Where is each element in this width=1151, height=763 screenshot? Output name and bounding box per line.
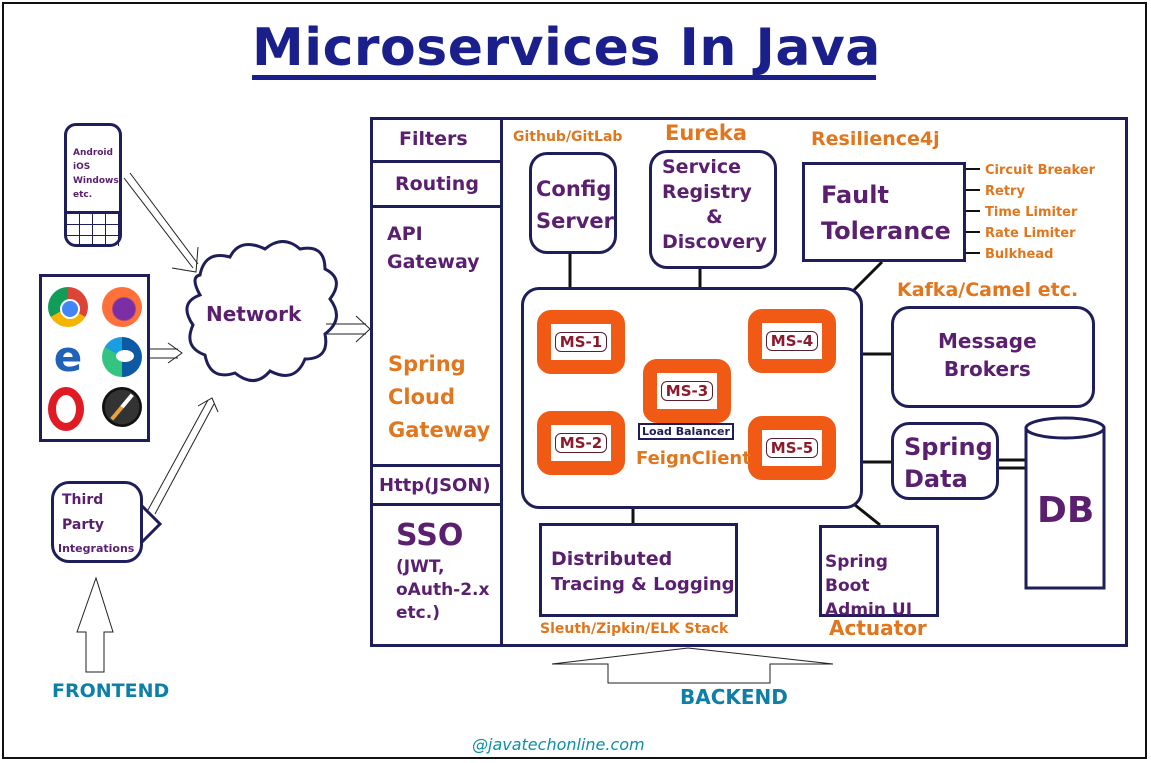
pattern-bulkhead: Bulkhead — [985, 247, 1054, 262]
broker-line: Brokers — [943, 357, 1031, 381]
opera-icon — [48, 387, 84, 431]
filters-box[interactable]: Filters — [370, 117, 503, 163]
spring-data-line: Data — [904, 465, 968, 493]
config-server-label: Config Server — [536, 173, 614, 237]
platform-ios: iOS — [73, 162, 91, 172]
fault-tolerance-label: Fault Tolerance — [821, 177, 951, 249]
third-party-line: Third — [62, 492, 104, 508]
ms-label: MS-3 — [660, 381, 714, 401]
firefox-icon — [102, 287, 142, 327]
filters-label: Filters — [399, 128, 468, 150]
safari-icon — [102, 387, 142, 427]
microservice-ms-4[interactable]: MS-4 — [748, 309, 836, 373]
routing-box[interactable]: Routing — [370, 160, 503, 208]
backend-label: BACKEND — [680, 685, 788, 709]
sso-detail-line: oAuth-2.x — [396, 580, 490, 600]
website-watermark: @javatechonline.com — [472, 735, 645, 754]
fault-tolerance-box[interactable]: Fault Tolerance — [802, 162, 966, 262]
arrow-mobile-to-network — [123, 172, 199, 273]
fault-line: Tolerance — [821, 217, 951, 245]
backend-up-arrow-icon — [551, 647, 834, 684]
spring-data-line: Spring — [904, 433, 993, 461]
api-gateway-label: API Gateway — [387, 220, 480, 276]
http-json-box: Http(JSON) — [370, 464, 503, 506]
tracing-caption: Sleuth/Zipkin/ELK Stack — [540, 621, 729, 637]
registry-line: Service — [662, 156, 741, 178]
sso-detail-line: (JWT, — [396, 557, 445, 577]
frontend-up-arrow-icon — [76, 576, 114, 673]
microservice-ms-3[interactable]: MS-3 — [643, 359, 731, 423]
mobile-device: Android iOS Windows etc. — [64, 123, 122, 247]
sso-details: (JWT, oAuth-2.x etc.) — [396, 556, 489, 625]
edge-icon — [102, 337, 142, 377]
config-line: Config — [536, 177, 612, 201]
registry-line: Registry — [662, 181, 752, 203]
spring-cloud-line: Spring — [388, 352, 466, 376]
feign-client-label: FeignClient — [636, 448, 751, 469]
pattern-time-limiter: Time Limiter — [985, 205, 1078, 220]
ms-label: MS-5 — [765, 438, 819, 458]
network-label: Network — [206, 302, 302, 326]
registry-line: Discovery — [662, 231, 767, 253]
mobile-platforms: Android iOS Windows etc. — [73, 146, 119, 202]
tracing-line: Distributed — [551, 548, 673, 570]
fault-line: Fault — [821, 181, 889, 209]
api-gateway-line: Gateway — [387, 251, 480, 273]
sso-detail-line: etc.) — [396, 603, 440, 623]
message-brokers-label: Message Brokers — [938, 327, 1037, 383]
actuator-caption: Actuator — [829, 616, 927, 640]
browser-panel: e — [39, 274, 150, 442]
spring-data-box[interactable]: Spring Data — [891, 422, 999, 500]
pattern-circuit-breaker: Circuit Breaker — [985, 163, 1095, 178]
distributed-tracing-box[interactable]: Distributed Tracing & Logging — [539, 523, 738, 617]
registry-line: & — [706, 206, 723, 228]
config-server-caption: Github/GitLab — [513, 129, 623, 145]
distributed-tracing-label: Distributed Tracing & Logging — [551, 546, 735, 598]
microservice-ms-1[interactable]: MS-1 — [537, 310, 625, 374]
load-balancer-label: Load Balancer — [638, 423, 734, 440]
message-brokers-box[interactable]: Message Brokers — [891, 306, 1095, 408]
config-server-box[interactable]: Config Server — [529, 152, 617, 254]
third-party-line: Party — [62, 517, 105, 533]
spring-cloud-line: Gateway — [388, 418, 491, 442]
message-brokers-caption: Kafka/Camel etc. — [897, 279, 1079, 301]
api-gateway-line: API — [387, 223, 423, 245]
third-party-integrations: Third Party Integrations — [51, 481, 143, 563]
ms-label: MS-4 — [765, 331, 819, 351]
arrow-thirdparty-to-network — [147, 397, 219, 515]
ie-icon: e — [53, 332, 83, 381]
platform-windows: Windows — [73, 176, 119, 186]
broker-line: Message — [938, 329, 1037, 353]
mobile-keypad-icon — [67, 211, 119, 246]
sso-label: SSO — [396, 518, 464, 553]
tracing-line: Tracing & Logging — [551, 574, 735, 595]
http-json-label: Http(JSON) — [379, 475, 491, 496]
spring-data-label: Spring Data — [904, 431, 993, 495]
resilience4j-caption: Resilience4j — [811, 128, 940, 150]
admin-ui-label: Spring Boot Admin UI — [825, 550, 936, 622]
platform-android: Android — [73, 148, 113, 158]
eureka-caption: Eureka — [665, 121, 748, 145]
config-line: Server — [536, 209, 615, 233]
routing-label: Routing — [395, 173, 479, 195]
spring-cloud-line: Cloud — [388, 385, 456, 409]
db-label: DB — [1037, 490, 1095, 531]
arrow-browsers-to-network — [150, 342, 183, 364]
pattern-retry: Retry — [985, 184, 1025, 199]
pattern-rate-limiter: Rate Limiter — [985, 226, 1076, 241]
service-registry-box[interactable]: Service Registry & Discovery — [649, 150, 777, 269]
spring-cloud-gateway-label: Spring Cloud Gateway — [388, 348, 490, 447]
admin-line: Spring Boot — [825, 552, 888, 596]
ms-label: MS-2 — [554, 433, 608, 453]
platform-etc: etc. — [73, 190, 93, 200]
frontend-label: FRONTEND — [52, 680, 170, 702]
third-party-line: Integrations — [58, 542, 135, 555]
admin-ui-box[interactable]: Spring Boot Admin UI — [819, 525, 939, 620]
fault-tolerance-patterns: Circuit Breaker Retry Time Limiter Rate … — [985, 160, 1095, 265]
microservice-ms-2[interactable]: MS-2 — [537, 411, 625, 475]
ms-label: MS-1 — [554, 332, 608, 352]
service-registry-label: Service Registry & Discovery — [662, 155, 767, 255]
microservice-ms-5[interactable]: MS-5 — [748, 416, 836, 480]
chrome-icon — [48, 287, 88, 327]
